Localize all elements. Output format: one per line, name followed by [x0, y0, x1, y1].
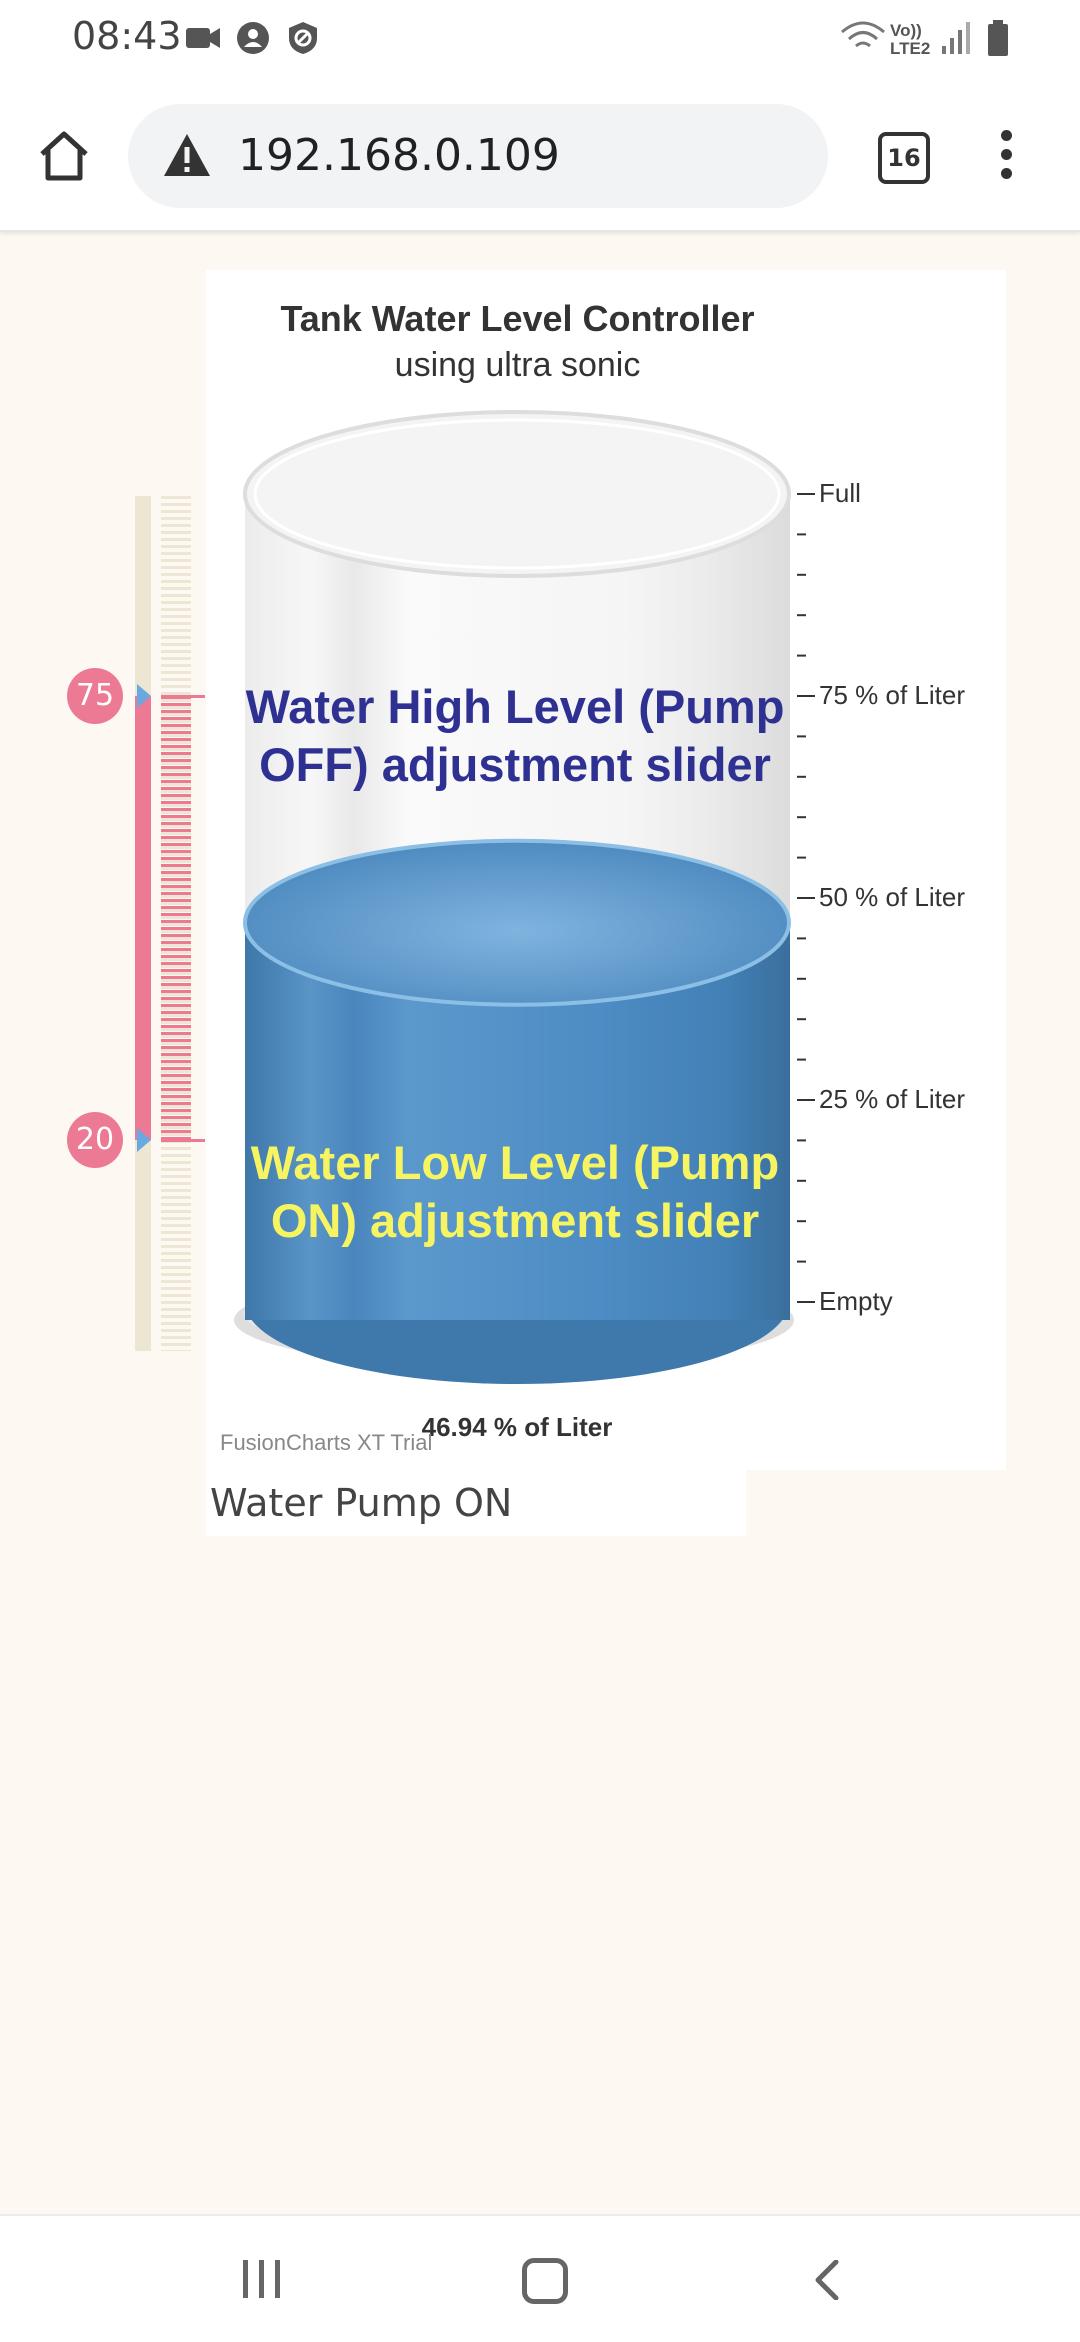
back-icon[interactable]	[812, 2260, 842, 2300]
watermark-text: FusionCharts XT Trial	[220, 1430, 433, 1455]
tick-label: 50 % of Liter	[819, 882, 965, 912]
slider-active-range	[135, 696, 151, 1141]
high-level-annotation: Water High Level (Pump OFF) adjustment s…	[245, 680, 785, 791]
system-nav-bar	[0, 2214, 1080, 2342]
high-level-handle[interactable]: 75	[67, 668, 123, 724]
high-level-handle-arrow[interactable]	[137, 684, 151, 708]
slider-low-marker	[161, 1139, 205, 1143]
tick-label: Empty	[819, 1286, 893, 1316]
tick-label: 75 % of Liter	[819, 680, 965, 710]
low-level-handle[interactable]: 20	[67, 1112, 123, 1169]
slider-high-marker	[161, 695, 205, 698]
recents-icon[interactable]	[243, 2260, 283, 2298]
slider-active-scale	[161, 696, 191, 1141]
water-surface	[243, 838, 791, 1007]
tick-label: 25 % of Liter	[819, 1084, 965, 1114]
pump-status-text: Water Pump ON	[206, 1470, 746, 1536]
tick-label: Full	[819, 478, 861, 508]
low-level-annotation: Water Low Level (Pump ON) adjustment sli…	[250, 1136, 780, 1247]
home-nav-icon[interactable]	[522, 2258, 568, 2304]
low-level-handle-arrow[interactable]	[137, 1128, 151, 1153]
